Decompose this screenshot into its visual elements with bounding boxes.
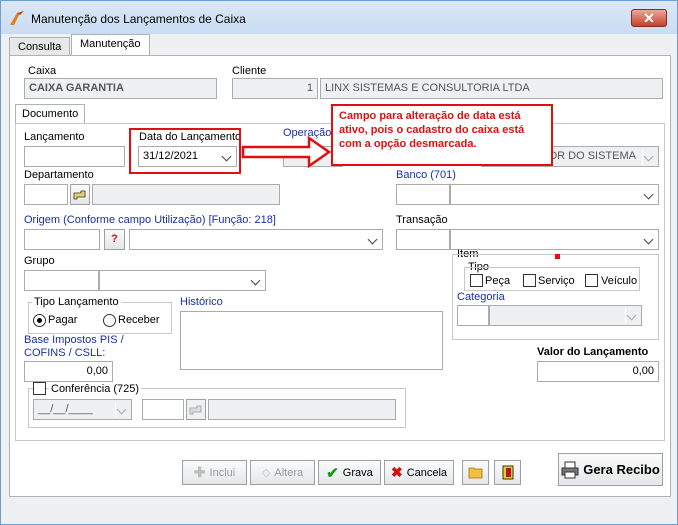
veiculo-label: Veículo [601,275,638,287]
inclui-button[interactable]: ✚ Inclui [182,460,247,485]
tab-manutencao[interactable]: Manutenção [71,34,150,56]
help-icon: ? [111,233,118,245]
open-folder-button[interactable] [462,460,489,485]
banco-combo[interactable] [450,184,659,205]
cliente-label: Cliente [232,65,267,77]
conferencia-user-name [208,399,396,420]
grupo-label: Grupo [24,255,55,267]
servico-checkbox[interactable] [523,274,536,287]
base-impostos-field[interactable]: 0,00 [24,361,113,382]
annotation-arrow-icon [241,135,332,169]
cancela-label: Cancela [406,466,448,479]
caixa-field: CAIXA GARANTIA [24,78,217,99]
documento-panel: Lançamento Data do Lançamento 31/12/2021… [15,123,665,441]
cancel-x-icon: ✖ [390,464,403,480]
close-button[interactable]: ✕ [631,9,667,27]
close-icon: ✕ [643,10,655,26]
receber-radio[interactable] [103,314,116,327]
app-icon [10,11,24,25]
chevron-down-icon[interactable] [249,274,263,288]
cliente-name-field: LINX SISTEMAS E CONSULTORIA LTDA [320,78,663,99]
valor-lancamento-field[interactable]: 0,00 [537,361,659,382]
departamento-search-button[interactable] [70,184,90,205]
servico-label: Serviço [538,275,575,287]
departamento-label: Departamento [24,169,94,181]
hand-pointer-icon [189,405,202,415]
eraser-icon: ◇ [261,467,271,479]
gera-recibo-button[interactable]: Gera Recibo [558,453,663,486]
cancela-button[interactable]: ✖ Cancela [384,460,454,485]
transacao-combo[interactable] [450,229,659,250]
categoria-label: Categoria [457,291,505,303]
pagar-label: Pagar [48,314,78,326]
chevron-down-icon [625,309,639,323]
hand-pointer-icon [73,190,86,200]
chevron-down-icon[interactable] [642,233,656,247]
departamento-code-field[interactable] [24,184,68,205]
chevron-down-icon[interactable] [366,233,380,247]
veiculo-checkbox[interactable] [585,274,598,287]
chevron-down-icon [115,403,129,417]
conferencia-user-code[interactable] [142,399,184,420]
conferencia-search-button [186,399,206,420]
grava-button[interactable]: ✔ Grava [318,460,381,485]
receipt-printer-icon [561,461,579,478]
gera-recibo-label: Gera Recibo [583,462,660,477]
peca-label: Peça [485,275,511,287]
altera-button[interactable]: ◇ Altera [250,460,315,485]
historico-label: Histórico [180,296,223,308]
base-impostos-label-1: Base Impostos PIS / [24,334,124,346]
tab-consulta[interactable]: Consulta [9,37,71,56]
door-icon [502,465,513,480]
departamento-name-field [92,184,280,205]
conferencia-label: Conferência (725) [49,383,142,395]
chevron-down-icon[interactable] [642,188,656,202]
conferencia-checkbox[interactable] [33,382,46,395]
caixa-label: Caixa [28,65,57,77]
banco-label: Banco (701) [396,169,456,181]
categoria-combo [489,305,642,326]
categoria-code-field[interactable] [457,305,489,326]
pagar-radio[interactable] [33,314,46,327]
tipo-lancamento-label: Tipo Lançamento [32,296,121,308]
inclui-label: Inclui [209,466,236,479]
red-marker [555,254,560,259]
grupo-combo[interactable] [99,270,266,291]
operacao-value: OR DO SISTEMA [548,150,636,162]
historico-field[interactable] [180,311,443,370]
transacao-label: Transação [396,214,448,226]
tab-documento[interactable]: Documento [15,104,86,124]
lancamento-label: Lançamento [24,131,85,143]
grava-label: Grava [342,466,373,479]
checkmark-icon: ✔ [326,464,339,482]
grupo-code-field[interactable] [24,270,99,291]
title-bar: Manutenção dos Lançamentos de Caixa ✕ [1,1,677,34]
origem-code-field[interactable] [24,229,100,250]
annotation-callout: Campo para alteração de data está ativo,… [331,104,553,166]
exit-door-button[interactable] [494,460,521,485]
banco-code-field[interactable] [396,184,450,205]
cliente-code-field: 1 [232,78,318,99]
altera-label: Altera [274,466,304,479]
folder-icon [468,467,482,479]
chevron-down-icon [642,150,656,164]
base-impostos-label-2: COFINS / CSLL: [24,347,106,359]
valor-lancamento-label: Valor do Lançamento [537,346,649,358]
lancamento-field[interactable] [24,146,125,167]
conferencia-date-combo: __/__/____ [33,399,132,420]
receber-label: Receber [118,314,160,326]
transacao-code-field[interactable] [396,229,450,250]
origem-combo[interactable] [129,229,383,250]
window-title: Manutenção dos Lançamentos de Caixa [31,12,246,26]
peca-checkbox[interactable] [470,274,483,287]
main-window: Manutenção dos Lançamentos de Caixa ✕ Co… [0,0,678,525]
conferencia-date-value: __/__/____ [38,403,94,415]
plus-icon: ✚ [193,464,206,480]
origem-help-button[interactable]: ? [104,229,125,250]
date-highlight-box [129,128,241,174]
origem-label: Origem (Conforme campo Utilização) [Funç… [24,214,276,226]
